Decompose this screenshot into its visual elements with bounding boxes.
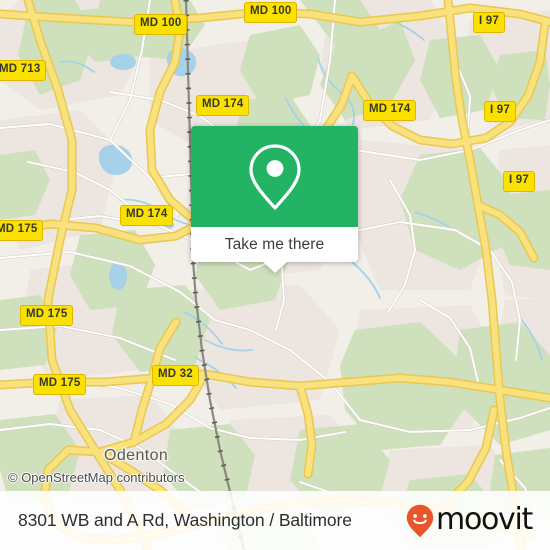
callout-action-bar[interactable]: Take me there [191,227,358,273]
map-attribution[interactable]: © OpenStreetMap contributors [8,470,185,485]
highway-shield: MD 175 [33,374,87,395]
highway-shield: MD 713 [0,60,47,81]
highway-shield: I 97 [484,101,516,122]
highway-shield: MD 174 [120,205,174,226]
highway-shield: MD 100 [134,14,188,35]
map-vector-layer [0,0,550,550]
highway-shield: MD 174 [196,95,250,116]
highway-shield: MD 175 [0,220,44,241]
highway-shield: I 97 [473,12,505,33]
map-canvas[interactable] [0,0,550,550]
destination-callout-card[interactable]: Take me there [191,126,358,273]
address-label: 8301 WB and A Rd, Washington / Baltimore [18,510,352,530]
map-pin-icon [248,143,302,211]
place-label: Odenton [104,447,169,464]
footer-bar: 8301 WB and A Rd, Washington / Baltimore… [0,491,550,550]
highway-shield: MD 174 [363,100,417,121]
moovit-logo[interactable]: moovit [406,501,533,538]
moovit-smiley-pin-icon [406,504,434,538]
callout-header [191,126,358,227]
highway-shield: MD 175 [20,305,74,326]
take-me-there-button[interactable]: Take me there [225,236,325,254]
moovit-map-screenshot: MD 100 MD 100 I 97 MD 713 MD 174 MD 174 I 97 I … [0,0,550,550]
moovit-wordmark: moovit [436,501,533,537]
highway-shield: MD 32 [152,365,199,386]
highway-shield: I 97 [503,171,535,192]
highway-shield: MD 100 [244,2,298,23]
callout-pointer [262,262,287,273]
